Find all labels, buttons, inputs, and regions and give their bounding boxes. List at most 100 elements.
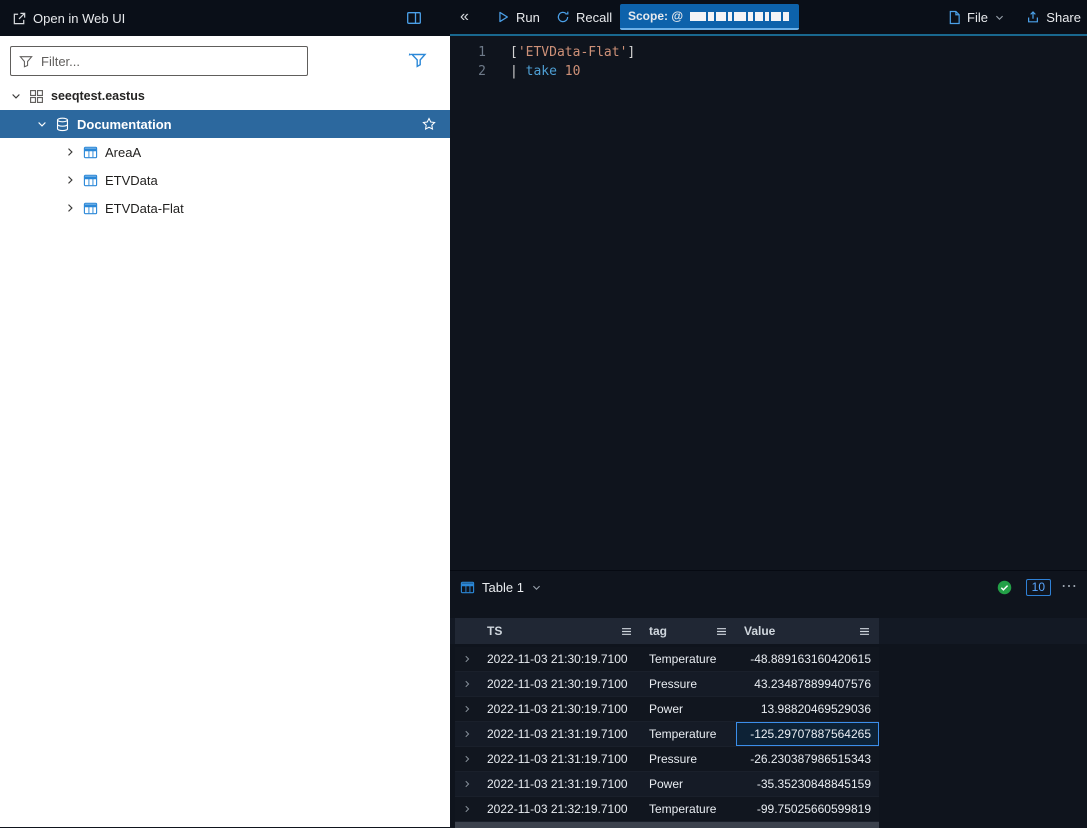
cell-value[interactable]: -125.29707887564265	[736, 722, 879, 746]
recall-icon	[556, 10, 570, 24]
row-expand-icon[interactable]	[455, 772, 479, 796]
cell-value[interactable]: 13.98820469529036	[736, 697, 879, 721]
star-icon[interactable]	[422, 117, 436, 131]
share-icon	[1026, 10, 1040, 24]
table-icon	[83, 145, 98, 160]
cell-value[interactable]: -99.75025660599819	[736, 797, 879, 821]
tree-item-etvdata-flat[interactable]: ETVData-Flat	[0, 194, 450, 222]
tree-item-etvdata[interactable]: ETVData	[0, 166, 450, 194]
filter-input[interactable]	[39, 53, 299, 70]
database-tree: seeqtest.eastusDocumentationAreaAETVData…	[0, 82, 450, 222]
chevron-down-icon[interactable]	[10, 90, 22, 102]
more-options-button[interactable]: ⋯	[1061, 576, 1077, 596]
table-row[interactable]: 2022-11-03 21:32:19.7100Temperature-99.7…	[455, 797, 879, 822]
results-panel: Table 1 10 ⋯ TStag Value 2022-11-03 21:30…	[450, 570, 1087, 827]
cell-ts[interactable]: 2022-11-03 21:31:19.7100	[479, 722, 641, 746]
chevron-right-icon[interactable]	[64, 202, 76, 214]
tree-item-label: seeqtest.eastus	[51, 89, 145, 103]
query-editor[interactable]: 1['ETVData-Flat']2| take 10	[450, 36, 1087, 570]
database-icon	[55, 117, 70, 132]
line-number: 1	[460, 43, 486, 62]
share-button[interactable]: Share	[1026, 0, 1081, 34]
row-expand-icon[interactable]	[455, 747, 479, 771]
filter-icon	[19, 55, 33, 68]
row-count-badge[interactable]: 10	[1026, 579, 1051, 596]
collapse-panel-button[interactable]: «	[460, 0, 469, 34]
horizontal-scrollbar[interactable]	[455, 822, 879, 828]
column-header-label: Value	[744, 624, 775, 638]
connections-sidebar: seeqtest.eastusDocumentationAreaAETVData…	[0, 36, 450, 827]
open-in-web-ui-button[interactable]: Open in Web UI	[12, 0, 125, 36]
table-row[interactable]: 2022-11-03 21:30:19.7100Temperature-48.8…	[455, 647, 879, 672]
filter-box	[10, 46, 308, 76]
cell-tag[interactable]: Temperature	[641, 647, 736, 671]
table-row[interactable]: 2022-11-03 21:31:19.7100Power-35.3523084…	[455, 772, 879, 797]
cell-tag[interactable]: Power	[641, 697, 736, 721]
column-menu-icon[interactable]	[715, 625, 728, 638]
file-icon	[948, 10, 961, 25]
row-expand-icon[interactable]	[455, 647, 479, 671]
chevron-down-icon[interactable]	[531, 582, 542, 593]
cell-ts[interactable]: 2022-11-03 21:31:19.7100	[479, 747, 641, 771]
cell-tag[interactable]: Temperature	[641, 797, 736, 821]
table-row[interactable]: 2022-11-03 21:31:19.7100Pressure-26.2303…	[455, 747, 879, 772]
query-toolbar: « Run Recall Scope: @ F	[450, 0, 1087, 36]
cell-tag[interactable]: Pressure	[641, 672, 736, 696]
success-status-icon	[997, 580, 1012, 595]
cell-value[interactable]: -26.230387986515343	[736, 747, 879, 771]
tree-item-documentation[interactable]: Documentation	[0, 110, 450, 138]
code-text: | take 10	[510, 62, 580, 81]
recall-label: Recall	[576, 10, 612, 25]
cell-value[interactable]: -35.35230848845159	[736, 772, 879, 796]
chevron-right-icon[interactable]	[64, 174, 76, 186]
tree-item-label: Documentation	[77, 117, 172, 132]
column-header-tag[interactable]: tag	[641, 618, 736, 644]
row-expand-icon[interactable]	[455, 672, 479, 696]
cell-ts[interactable]: 2022-11-03 21:30:19.7100	[479, 647, 641, 671]
table-icon	[83, 201, 98, 216]
table-row[interactable]: 2022-11-03 21:30:19.7100Pressure43.23487…	[455, 672, 879, 697]
table-icon	[83, 173, 98, 188]
sidebar-header: Open in Web UI	[0, 0, 450, 36]
cell-ts[interactable]: 2022-11-03 21:30:19.7100	[479, 697, 641, 721]
chevron-down-icon	[994, 12, 1005, 23]
row-expand-icon[interactable]	[455, 697, 479, 721]
scope-button[interactable]: Scope: @	[620, 4, 799, 30]
tree-item-areaa[interactable]: AreaA	[0, 138, 450, 166]
recall-button[interactable]: Recall	[556, 0, 612, 34]
cell-ts[interactable]: 2022-11-03 21:32:19.7100	[479, 797, 641, 821]
expander-column-header	[455, 618, 479, 644]
play-icon	[496, 10, 510, 24]
run-button[interactable]: Run	[496, 0, 540, 34]
cell-ts[interactable]: 2022-11-03 21:30:19.7100	[479, 672, 641, 696]
column-menu-icon[interactable]	[620, 625, 633, 638]
run-label: Run	[516, 10, 540, 25]
table-row[interactable]: 2022-11-03 21:30:19.7100Power13.98820469…	[455, 697, 879, 722]
table-icon	[460, 580, 475, 595]
cell-ts[interactable]: 2022-11-03 21:31:19.7100	[479, 772, 641, 796]
chevron-right-icon[interactable]	[64, 146, 76, 158]
code-text: ['ETVData-Flat']	[510, 43, 635, 62]
column-header-value[interactable]: Value	[736, 618, 879, 644]
tree-item-seeqtest-eastus[interactable]: seeqtest.eastus	[0, 82, 450, 110]
cell-tag[interactable]: Pressure	[641, 747, 736, 771]
column-menu-icon[interactable]	[858, 625, 871, 638]
results-bar: Table 1 10 ⋯	[450, 571, 1087, 604]
filter-favorites-button[interactable]	[408, 52, 427, 69]
share-label: Share	[1046, 10, 1081, 25]
row-expand-icon[interactable]	[455, 722, 479, 746]
results-table-body: 2022-11-03 21:30:19.7100Temperature-48.8…	[455, 647, 879, 822]
cell-tag[interactable]: Power	[641, 772, 736, 796]
table-row[interactable]: 2022-11-03 21:31:19.7100Temperature-125.…	[455, 722, 879, 747]
row-expand-icon[interactable]	[455, 797, 479, 821]
file-menu-button[interactable]: File	[948, 0, 1005, 34]
sidebar-toggle-button[interactable]	[406, 10, 422, 26]
results-table-selector[interactable]: Table 1	[482, 580, 524, 595]
cell-tag[interactable]: Temperature	[641, 722, 736, 746]
cell-value[interactable]: -48.889163160420615	[736, 647, 879, 671]
chevron-down-icon[interactable]	[36, 118, 48, 130]
editor-lines: 1['ETVData-Flat']2| take 10	[450, 43, 1087, 81]
cell-value[interactable]: 43.234878899407576	[736, 672, 879, 696]
column-header-ts[interactable]: TS	[479, 618, 641, 644]
open-in-web-ui-label: Open in Web UI	[33, 11, 125, 26]
